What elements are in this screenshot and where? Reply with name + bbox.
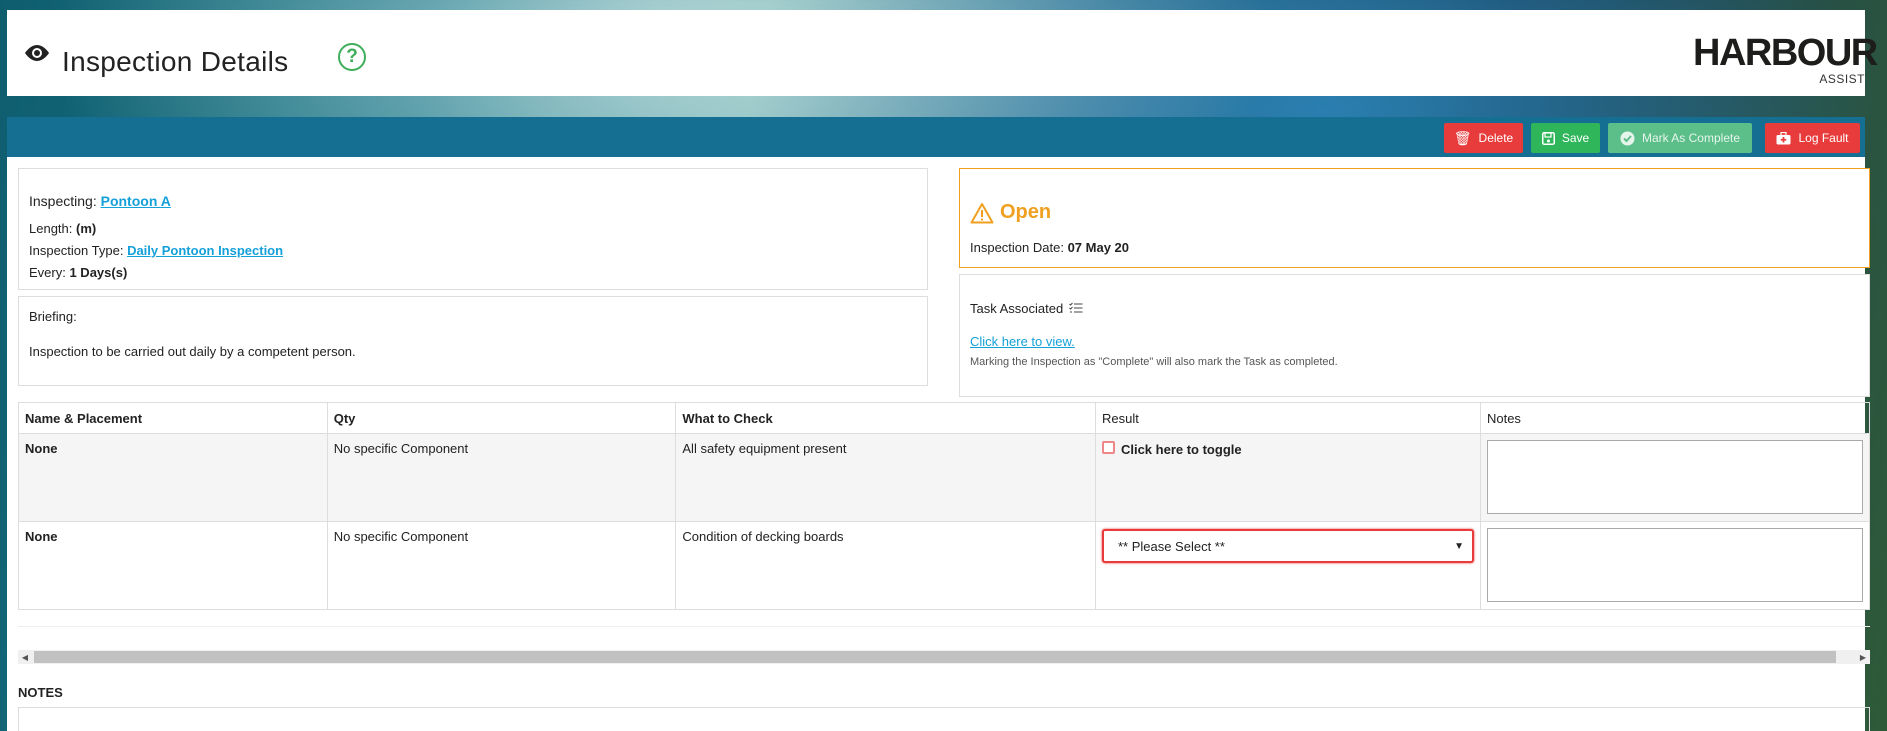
save-button[interactable]: Save [1531, 123, 1600, 153]
trash-icon: 🗑 [1453, 129, 1472, 146]
result-toggle[interactable]: Click here to toggle [1101, 441, 1474, 457]
help-circle-icon[interactable]: ? [338, 43, 366, 71]
column-header-name: Name & Placement [18, 402, 328, 434]
column-header-what-to-check: What to Check [675, 402, 1096, 434]
inspection-date-value: 07 May 20 [1067, 240, 1130, 255]
task-title: Task Associated [970, 301, 1064, 316]
logo-sub-text: ASSIST [1819, 72, 1865, 86]
status-line: Open [970, 201, 1859, 224]
inspecting-link[interactable]: Pontoon A [101, 193, 171, 209]
result-toggle-label: Click here to toggle [1120, 442, 1242, 457]
log-fault-button[interactable]: Log Fault [1765, 123, 1860, 153]
result-select[interactable]: ** Please Select ** ▼ [1101, 529, 1474, 563]
scroll-right-arrow-icon[interactable]: ▶ [1856, 650, 1870, 664]
row-notes [1479, 521, 1871, 610]
length-line: Length: (m) [29, 221, 917, 236]
inspection-summary-card: Inspecting: Pontoon A Length: (m) Inspec… [18, 168, 928, 290]
row-result: ** Please Select ** ▼ [1094, 521, 1481, 610]
inspecting-label: Inspecting: [29, 193, 97, 209]
warning-triangle-icon [970, 202, 994, 223]
task-associated-card: Task Associated Click here to view. Mark… [959, 274, 1870, 397]
task-note: Marking the Inspection as "Complete" wil… [970, 356, 1338, 368]
save-button-label: Save [1561, 131, 1590, 145]
row-notes-textarea[interactable] [1486, 440, 1863, 514]
page-title: Inspection Details [62, 46, 289, 77]
row-notes-textarea[interactable] [1486, 528, 1863, 602]
log-fault-label: Log Fault [1798, 131, 1849, 145]
harbour-assist-logo: HARBOUR ASSIST [1693, 28, 1878, 88]
mark-complete-label: Mark As Complete [1641, 131, 1741, 145]
inspection-date-label: Inspection Date: [970, 240, 1064, 255]
inspection-type-label: Inspection Type: [29, 243, 124, 258]
logo-main-text: HARBOUR [1693, 32, 1878, 74]
row-qty: No specific Component [326, 433, 677, 522]
every-value: 1 Days(s) [69, 265, 128, 280]
notes-textarea[interactable] [18, 707, 1870, 731]
row-result: Click here to toggle [1094, 433, 1481, 522]
task-view-link[interactable]: Click here to view. [970, 334, 1075, 349]
inspection-checks-table: Name & Placement Qty What to Check Resul… [18, 402, 1871, 610]
table-row: None No specific Component Condition of … [18, 521, 1871, 610]
main-panel: Inspecting: Pontoon A Length: (m) Inspec… [7, 157, 1871, 731]
action-toolbar: 🗑 Delete Save Mark As Complete Log Fault [7, 117, 1865, 157]
check-circle-icon [1620, 131, 1635, 145]
row-name: None [18, 433, 328, 522]
column-header-result: Result [1094, 402, 1481, 434]
inspection-type-link[interactable]: Daily Pontoon Inspection [127, 243, 283, 258]
delete-button-label: Delete [1478, 131, 1514, 145]
status-text: Open [1000, 201, 1052, 223]
page-header: Inspection Details ? HARBOUR ASSIST [7, 10, 1878, 96]
inspecting-line: Inspecting: Pontoon A [29, 193, 917, 209]
inspection-type-line: Inspection Type: Daily Pontoon Inspectio… [29, 243, 917, 258]
length-value: (m) [76, 221, 97, 236]
briefing-label: Briefing: [29, 309, 77, 324]
briefing-text: Inspection to be carried out daily by a … [29, 344, 356, 359]
result-checkbox[interactable] [1101, 441, 1115, 454]
result-select-value: ** Please Select ** [1117, 538, 1225, 554]
delete-button[interactable]: 🗑 Delete [1444, 123, 1523, 153]
briefing-card: Briefing: Inspection to be carried out d… [18, 296, 928, 386]
inspection-date-line: Inspection Date: 07 May 20 [970, 240, 1859, 255]
row-notes [1479, 433, 1871, 522]
checklist-icon [1068, 302, 1083, 313]
row-qty: No specific Component [326, 521, 677, 610]
row-check: All safety equipment present [675, 433, 1096, 522]
dropdown-arrow-icon: ▼ [1454, 540, 1464, 552]
table-header-row: Name & Placement Qty What to Check Resul… [18, 402, 1871, 434]
floppy-disk-icon [1541, 131, 1555, 145]
medical-bag-icon [1776, 131, 1791, 144]
every-line: Every: 1 Days(s) [29, 265, 917, 280]
mark-complete-button[interactable]: Mark As Complete [1608, 123, 1752, 153]
eye-icon [25, 45, 49, 61]
horizontal-scrollbar[interactable]: ◀ ▶ [18, 650, 1870, 664]
row-check: Condition of decking boards [675, 521, 1096, 610]
column-header-qty: Qty [326, 402, 677, 434]
notes-section-label: NOTES [18, 685, 63, 700]
table-row: None No specific Component All safety eq… [18, 433, 1871, 522]
scroll-left-arrow-icon[interactable]: ◀ [18, 650, 32, 664]
every-label: Every: [29, 265, 66, 280]
scrollbar-thumb[interactable] [34, 651, 1836, 663]
divider [18, 626, 1870, 627]
status-card: Open Inspection Date: 07 May 20 [959, 168, 1870, 268]
column-header-notes: Notes [1479, 402, 1871, 434]
length-label: Length: [29, 221, 73, 236]
row-name: None [18, 521, 328, 610]
task-title-line: Task Associated [970, 301, 1859, 316]
